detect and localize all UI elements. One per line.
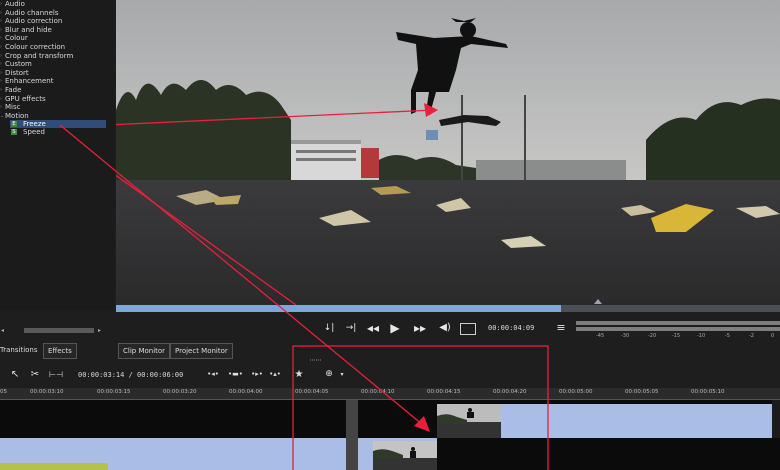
timeline-position: 00:00:03:14 / 00:00:06:00	[78, 371, 184, 379]
tab-transitions[interactable]: Transitions	[0, 343, 42, 357]
tab-clip-monitor[interactable]: Clip Monitor	[118, 343, 171, 359]
video-frame	[116, 0, 780, 305]
chevron-down-icon[interactable]: ▾	[338, 368, 346, 381]
audio-clip[interactable]	[0, 463, 108, 470]
tree-category-fade[interactable]: › Fade	[0, 86, 115, 95]
tree-category-crop-and-transform[interactable]: › Crop and transform	[0, 52, 115, 61]
tab-effects[interactable]: Effects	[43, 343, 77, 359]
tree-category-enhancement[interactable]: › Enhancement	[0, 77, 115, 86]
track-scrollbar[interactable]	[772, 400, 780, 438]
spacer-icon[interactable]: ⊢⊣	[49, 368, 63, 381]
tab-project-monitor[interactable]: Project Monitor	[170, 343, 233, 359]
timeline-ruler[interactable]: 05 00:00:03:10 00:00:03:15 00:00:03:20 0…	[0, 388, 780, 400]
razor-icon[interactable]: ✂	[29, 368, 41, 381]
tree-category-audio[interactable]: › Audio	[0, 0, 115, 9]
tree-category-blur-and-hide[interactable]: › Blur and hide	[0, 26, 115, 35]
video-track-1[interactable]	[0, 400, 780, 438]
play-icon[interactable]: ▶	[388, 321, 402, 335]
overwrite-icon[interactable]: •▬•	[228, 368, 243, 381]
monitor-seek-fill	[116, 305, 561, 312]
project-monitor-video	[116, 0, 780, 305]
tree-category-audio-channels[interactable]: › Audio channels	[0, 9, 115, 18]
fullscreen-icon[interactable]	[460, 323, 476, 335]
set-zone-in-icon[interactable]: ↓|	[322, 321, 336, 335]
effect-fx-icon: E	[11, 120, 17, 127]
effect-freeze[interactable]: E Freeze	[10, 119, 106, 129]
tree-category-colour[interactable]: › Colour	[0, 34, 115, 43]
star-icon[interactable]: ★	[292, 368, 306, 381]
effects-tree: › Audio › Audio channels › Audio correction…	[0, 0, 115, 310]
set-zone-out-icon[interactable]: →|	[344, 321, 358, 335]
effect-fx-icon: S	[11, 129, 17, 136]
menu-icon[interactable]: ≡	[554, 321, 568, 335]
monitor-seek-bar[interactable]	[116, 305, 780, 312]
scrollbar-thumb[interactable]	[24, 328, 94, 333]
tree-category-misc[interactable]: › Misc	[0, 103, 115, 112]
add-marker-icon[interactable]: ⊕	[323, 368, 335, 381]
clip-thumbnail	[437, 404, 501, 438]
monitor-transport: ↓| →| ◂◂ ▶ ▸▸ ◀) 00:00:04:09 ≡ -45 -30 -…	[116, 316, 780, 340]
scroll-left-icon[interactable]: ◂	[1, 327, 4, 334]
pointer-icon[interactable]: ↖	[9, 368, 21, 381]
insert-icon[interactable]: •◂•	[206, 368, 220, 381]
tree-category-colour-correction[interactable]: › Colour correction	[0, 43, 115, 52]
tree-category-gpu-effects[interactable]: › GPU effects	[0, 95, 115, 104]
timeline-playhead-zone	[346, 400, 358, 470]
fast-forward-icon[interactable]: ▸▸	[410, 321, 430, 335]
effect-speed[interactable]: S Speed	[10, 128, 106, 137]
tree-category-custom[interactable]: › Custom	[0, 60, 115, 69]
volume-icon[interactable]: ◀)	[438, 321, 452, 335]
rewind-icon[interactable]: ◂◂	[366, 321, 380, 335]
timeline-toolbar: ↖ ✂ ⊢⊣ 00:00:03:14 / 00:00:06:00 •◂• •▬•…	[0, 363, 780, 387]
clip-thumbnail	[373, 441, 437, 470]
scroll-right-icon[interactable]: ▸	[98, 327, 101, 334]
monitor-timecode[interactable]: 00:00:04:09	[488, 324, 534, 332]
lift-icon[interactable]: •▴•	[268, 368, 282, 381]
tree-category-distort[interactable]: › Distort	[0, 69, 115, 78]
effects-tree-scrollbar[interactable]: ◂ ▸	[0, 327, 105, 334]
tree-category-audio-correction[interactable]: › Audio correction	[0, 17, 115, 26]
extract-icon[interactable]: •▸•	[250, 368, 264, 381]
audio-vu-meter: -45 -30 -20 -15 -10 -5 -2 0	[576, 320, 780, 339]
video-track-2[interactable]	[0, 438, 780, 470]
